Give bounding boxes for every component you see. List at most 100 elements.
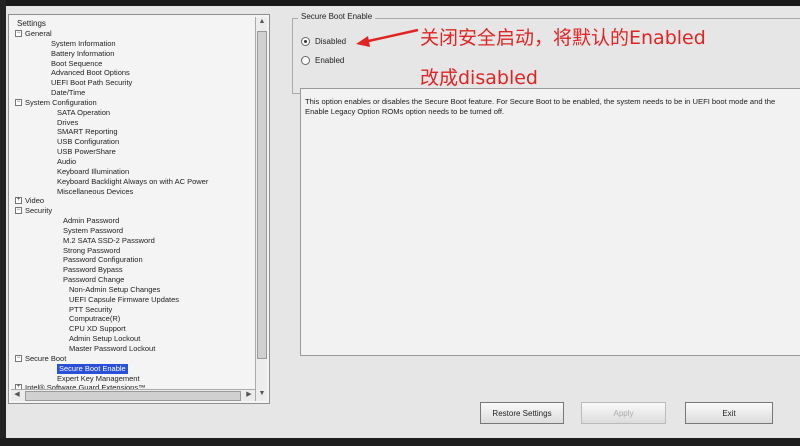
tree-item-label: SATA Operation bbox=[57, 107, 111, 117]
tree-item[interactable]: SATA Operation bbox=[13, 108, 257, 118]
tree-item-label: USB Configuration bbox=[57, 137, 120, 147]
annotation-text: 关闭安全启动，将默认的Enabled 改成disabled bbox=[420, 18, 790, 98]
tree-item-label: SMART Reporting bbox=[57, 127, 118, 137]
tree-item-label: USB PowerShare bbox=[57, 147, 116, 157]
tree-item[interactable]: Expert Key Management bbox=[13, 374, 257, 384]
collapse-icon[interactable]: − bbox=[15, 98, 22, 106]
tree-item[interactable]: Password Bypass bbox=[13, 265, 257, 275]
description-box: This option enables or disables the Secu… bbox=[300, 88, 800, 356]
scroll-up-icon[interactable]: ▲ bbox=[257, 18, 267, 28]
collapse-icon[interactable]: − bbox=[15, 207, 22, 215]
tree-item-label: PTT Security bbox=[69, 304, 113, 314]
radio-disabled-label: Disabled bbox=[315, 37, 347, 46]
collapse-icon[interactable]: − bbox=[15, 30, 22, 37]
tree-item[interactable]: Password Change bbox=[13, 275, 257, 285]
tree-item-label: UEFI Boot Path Security bbox=[51, 78, 133, 88]
exit-button[interactable]: Exit bbox=[685, 402, 773, 424]
tree-item[interactable]: Audio bbox=[13, 157, 257, 167]
tree-item[interactable]: System Information bbox=[13, 39, 257, 49]
tree-item-label: System Information bbox=[51, 38, 116, 48]
tree-item[interactable]: Miscellaneous Devices bbox=[13, 187, 257, 197]
tree-item-label: Security bbox=[25, 206, 53, 216]
tree-item-label: Secure Boot bbox=[25, 353, 67, 363]
tree-item-label: Password Bypass bbox=[63, 265, 123, 275]
tree-item-label: Drives bbox=[57, 117, 79, 127]
radio-unchecked-icon[interactable] bbox=[301, 56, 310, 65]
tree-item[interactable]: USB Configuration bbox=[13, 137, 257, 147]
tree-item[interactable]: − Security bbox=[13, 206, 257, 216]
tree-item[interactable]: System Password bbox=[13, 226, 257, 236]
radio-disabled[interactable]: Disabled bbox=[301, 37, 346, 46]
tree-item-label: Strong Password bbox=[63, 245, 121, 255]
scroll-left-icon[interactable]: ◀ bbox=[12, 390, 22, 400]
tree-item-label: Non-Admin Setup Changes bbox=[69, 284, 161, 294]
tree-item[interactable]: Strong Password bbox=[13, 246, 257, 256]
tree-item[interactable]: SMART Reporting bbox=[13, 127, 257, 137]
tree-item-label: System Configuration bbox=[25, 97, 97, 107]
tree-item[interactable]: Drives bbox=[13, 118, 257, 128]
tree-item[interactable]: Date/Time bbox=[13, 88, 257, 98]
settings-tree-panel: Settings − General System Information Batte… bbox=[8, 14, 270, 404]
tree-item[interactable]: Admin Password bbox=[13, 216, 257, 226]
tree-item[interactable]: Computrace(R) bbox=[13, 314, 257, 324]
tree-item[interactable]: Admin Setup Lockout bbox=[13, 334, 257, 344]
tree-item[interactable]: UEFI Capsule Firmware Updates bbox=[13, 295, 257, 305]
tree-item-label: M.2 SATA SSD-2 Password bbox=[63, 235, 155, 245]
tree-item[interactable]: USB PowerShare bbox=[13, 147, 257, 157]
description-text: This option enables or disables the Secu… bbox=[305, 97, 776, 116]
scroll-thumb[interactable] bbox=[257, 31, 267, 359]
tree-item[interactable]: − Secure Boot bbox=[13, 354, 257, 364]
tree-item[interactable]: PTT Security bbox=[13, 305, 257, 315]
tree-item[interactable]: Keyboard Illumination bbox=[13, 167, 257, 177]
expand-icon[interactable]: + bbox=[15, 197, 22, 205]
screen-bezel-bottom bbox=[0, 438, 800, 446]
radio-checked-icon[interactable] bbox=[301, 37, 310, 46]
restore-settings-button[interactable]: Restore Settings bbox=[480, 402, 564, 424]
tree-item-label: Keyboard Illumination bbox=[57, 166, 130, 176]
screen-bezel-left bbox=[0, 0, 6, 446]
hscroll-thumb[interactable] bbox=[25, 391, 241, 401]
annotation-line-1: 关闭安全启动，将默认的Enabled bbox=[420, 27, 706, 49]
tree-item-label: UEFI Capsule Firmware Updates bbox=[69, 294, 180, 304]
tree-item[interactable]: Advanced Boot Options bbox=[13, 68, 257, 78]
groupbox-legend: Secure Boot Enable bbox=[298, 12, 376, 21]
annotation-line-2: 改成disabled bbox=[420, 67, 538, 89]
tree-item-label: Keyboard Backlight Always on with AC Pow… bbox=[57, 176, 209, 186]
tree-item[interactable]: UEFI Boot Path Security bbox=[13, 78, 257, 88]
tree-title: Settings bbox=[17, 19, 46, 28]
tree-item-label: Admin Password bbox=[63, 216, 120, 226]
radio-enabled-label: Enabled bbox=[315, 56, 345, 65]
tree-item[interactable]: Battery Information bbox=[13, 49, 257, 59]
scroll-right-icon[interactable]: ▶ bbox=[244, 390, 254, 400]
tree-item-label: CPU XD Support bbox=[69, 324, 126, 334]
tree-item[interactable]: Boot Sequence bbox=[13, 59, 257, 69]
tree-item-label: Password Change bbox=[63, 275, 125, 285]
tree-item-label: Audio bbox=[57, 156, 77, 166]
scroll-down-icon[interactable]: ▼ bbox=[257, 390, 267, 400]
tree-item-label: Video bbox=[25, 196, 45, 206]
tree-item-label: Admin Setup Lockout bbox=[69, 334, 141, 344]
tree-item[interactable]: Master Password Lockout bbox=[13, 344, 257, 354]
tree-item[interactable]: M.2 SATA SSD-2 Password bbox=[13, 236, 257, 246]
apply-button[interactable]: Apply bbox=[581, 402, 666, 424]
tree-item[interactable]: + Video bbox=[13, 196, 257, 206]
tree-horizontal-scrollbar[interactable]: ◀ ▶ bbox=[11, 389, 255, 401]
tree-vertical-scrollbar[interactable]: ▲ ▼ bbox=[255, 17, 267, 401]
tree-item-label: Secure Boot Enable bbox=[57, 363, 128, 374]
tree-item-label: Master Password Lockout bbox=[69, 344, 156, 353]
tree-item[interactable]: − General bbox=[13, 29, 257, 39]
tree-item-label: Expert Key Management bbox=[57, 373, 140, 383]
tree-item-label: Battery Information bbox=[51, 48, 115, 58]
tree-item-label: Computrace(R) bbox=[69, 314, 121, 324]
tree-item-label: System Password bbox=[63, 225, 124, 235]
tree-item[interactable]: Non-Admin Setup Changes bbox=[13, 285, 257, 295]
tree-item[interactable]: CPU XD Support bbox=[13, 324, 257, 334]
tree-item[interactable]: Password Configuration bbox=[13, 255, 257, 265]
tree-item[interactable]: Secure Boot Enable bbox=[13, 363, 257, 374]
tree-item-label: Password Configuration bbox=[63, 255, 143, 265]
collapse-icon[interactable]: − bbox=[15, 354, 22, 362]
tree-item[interactable]: Keyboard Backlight Always on with AC Pow… bbox=[13, 177, 257, 187]
radio-enabled[interactable]: Enabled bbox=[301, 56, 344, 65]
settings-tree: − General System Information Battery Inform… bbox=[13, 29, 257, 401]
tree-item[interactable]: − System Configuration bbox=[13, 98, 257, 108]
